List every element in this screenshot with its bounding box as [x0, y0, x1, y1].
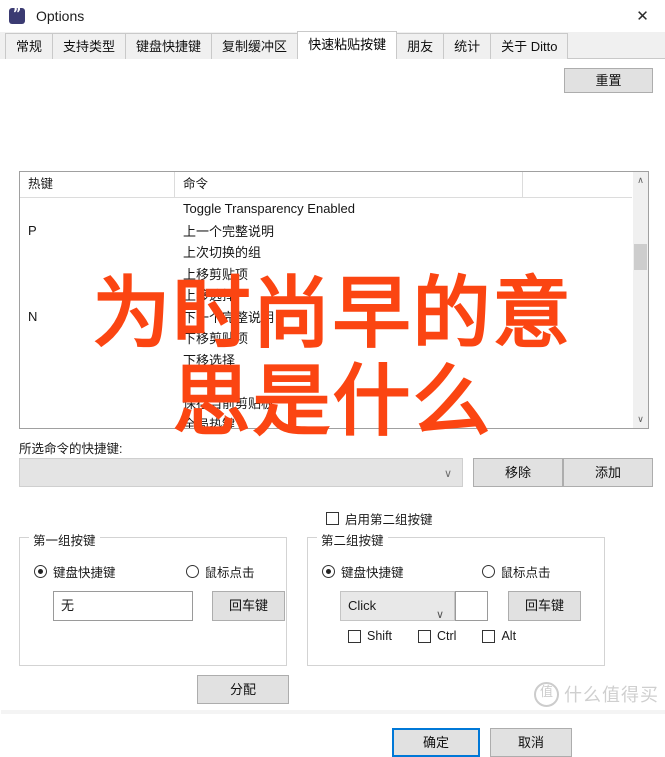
radio-dot-icon: [322, 565, 335, 578]
enable-second-group-checkbox[interactable]: 启用第二组按键: [326, 509, 433, 528]
radio-dot-icon: [481, 565, 495, 578]
second-group-radio-row: 键盘快捷键 鼠标点击: [322, 562, 594, 581]
tab-supported-types[interactable]: 支持类型: [52, 33, 127, 59]
table-row[interactable]: 上移剪贴项: [20, 263, 648, 285]
cell-command: Toggle Transparency Enabled: [183, 201, 356, 217]
options-page: 重置 热键 命令 Toggle Transparency Enabled P 上…: [0, 59, 665, 757]
table-row[interactable]: 下移剪贴项: [20, 327, 648, 349]
reset-row: 重置: [1, 59, 665, 93]
cell-command: 上次切换的组: [183, 245, 262, 261]
remove-button[interactable]: 移除: [473, 458, 563, 487]
second-group-action-combobox[interactable]: Click ∨: [340, 591, 455, 621]
column-header-spacer: [523, 172, 648, 197]
app-quote-icon: ”: [9, 7, 25, 24]
tab-bar: 常规 支持类型 键盘快捷键 复制缓冲区 快速粘贴按键 朋友 统计 关于 Ditt…: [0, 31, 665, 59]
radio-label: 鼠标点击: [500, 566, 551, 580]
list-header: 热键 命令: [20, 172, 648, 198]
checkbox-label: Ctrl: [437, 629, 457, 643]
title-bar: ” Options ✕: [0, 0, 665, 32]
chevron-down-icon: ∨: [435, 609, 444, 621]
tab-general[interactable]: 常规: [5, 33, 54, 59]
list-scrollbar[interactable]: ∧ ∨: [632, 172, 648, 428]
table-row[interactable]: N 下一个完整说明: [20, 306, 648, 328]
checkbox-alt[interactable]: Alt: [482, 629, 516, 643]
tab-statistics[interactable]: 统计: [443, 33, 492, 59]
checkbox-label: Shift: [367, 629, 393, 643]
first-key-group: 第一组按键 键盘快捷键 鼠标点击 无 回车键: [19, 530, 287, 666]
add-button[interactable]: 添加: [563, 458, 653, 487]
scroll-down-icon[interactable]: ∨: [633, 411, 648, 428]
watermark-logo-icon: 值: [534, 681, 559, 707]
tab-about-ditto[interactable]: 关于 Ditto: [490, 33, 569, 59]
list-body: Toggle Transparency Enabled P 上一个完整说明 上次…: [20, 198, 648, 429]
radio-label: 键盘快捷键: [53, 566, 116, 580]
radio-mouse-click-1[interactable]: 鼠标点击: [185, 562, 255, 581]
table-row[interactable]: 保存当前剪贴板: [20, 392, 648, 414]
radio-label: 键盘快捷键: [341, 566, 404, 580]
second-group-extra-input[interactable]: [455, 591, 488, 621]
cell-command: 保存当前剪贴板: [183, 395, 275, 411]
table-row[interactable]: 全局热键: [20, 413, 648, 429]
second-key-group-legend: 第二组按键: [317, 530, 388, 549]
second-group-action-value: Click: [348, 598, 377, 613]
checkbox-box-icon: [348, 629, 361, 643]
cell-hotkey: N: [28, 308, 38, 324]
radio-keyboard-shortcut-1[interactable]: 键盘快捷键: [34, 562, 116, 581]
checkbox-box-icon: [418, 629, 432, 643]
cell-command: 上移剪贴项: [183, 266, 249, 282]
enable-second-group-label: 启用第二组按键: [345, 513, 433, 527]
reset-button[interactable]: 重置: [564, 68, 653, 93]
radio-label: 鼠标点击: [204, 566, 255, 580]
second-key-group: 第二组按键 键盘快捷键 鼠标点击 Click ∨ 回车键 Shift Ctrl …: [307, 530, 605, 666]
table-row[interactable]: P 上一个完整说明: [20, 220, 648, 242]
cell-command: 上移选择: [183, 288, 236, 304]
hotkey-list[interactable]: 热键 命令 Toggle Transparency Enabled P 上一个完…: [19, 171, 649, 429]
table-row[interactable]: [20, 370, 648, 392]
cell-command: 全局热键: [183, 417, 236, 429]
scrollbar-thumb[interactable]: [634, 244, 647, 270]
scroll-up-icon[interactable]: ∧: [633, 172, 648, 189]
first-group-radio-row: 键盘快捷键 鼠标点击: [34, 562, 276, 581]
shortcut-label: 所选命令的快捷键:: [19, 442, 123, 456]
checkbox-label: Alt: [501, 629, 517, 643]
table-row[interactable]: 上次切换的组: [20, 241, 648, 263]
tab-quick-paste-keys[interactable]: 快速粘贴按键: [297, 31, 398, 59]
window-title: Options: [36, 7, 85, 24]
checkbox-box-icon: [482, 629, 496, 643]
cell-command: 下移剪贴项: [183, 331, 249, 347]
close-icon[interactable]: ✕: [620, 0, 665, 31]
cell-command: 上一个完整说明: [183, 223, 275, 239]
modifier-checkbox-row: Shift Ctrl Alt: [348, 629, 542, 643]
first-key-group-legend: 第一组按键: [29, 530, 100, 549]
radio-mouse-click-2[interactable]: 鼠标点击: [481, 562, 551, 581]
cancel-button[interactable]: 取消: [490, 728, 572, 757]
tab-friends[interactable]: 朋友: [396, 33, 445, 59]
radio-dot-icon: [185, 565, 199, 578]
checkbox-ctrl[interactable]: Ctrl: [418, 629, 456, 643]
tab-copy-buffers[interactable]: 复制缓冲区: [211, 33, 299, 59]
shortcut-combobox[interactable]: ∨: [19, 458, 463, 487]
radio-keyboard-shortcut-2[interactable]: 键盘快捷键: [322, 562, 404, 581]
first-group-key-input[interactable]: 无: [53, 591, 193, 621]
first-group-enter-button[interactable]: 回车键: [212, 591, 285, 621]
checkbox-box-icon: [326, 512, 339, 525]
cell-command: 下移选择: [183, 352, 236, 368]
tab-keyboard-shortcuts[interactable]: 键盘快捷键: [125, 33, 213, 59]
assign-button[interactable]: 分配: [197, 675, 289, 704]
ok-button[interactable]: 确定: [392, 728, 480, 757]
chevron-down-icon: ∨: [443, 468, 452, 480]
table-row[interactable]: 下移选择: [20, 349, 648, 371]
bottom-strip: [1, 710, 665, 714]
cell-command: 下一个完整说明: [183, 309, 275, 325]
table-row[interactable]: 上移选择: [20, 284, 648, 306]
column-header-hotkey[interactable]: 热键: [20, 172, 175, 197]
column-header-command[interactable]: 命令: [175, 172, 523, 197]
checkbox-shift[interactable]: Shift: [348, 629, 392, 643]
table-row[interactable]: Toggle Transparency Enabled: [20, 198, 648, 220]
radio-dot-icon: [34, 565, 47, 578]
second-group-enter-button[interactable]: 回车键: [508, 591, 581, 621]
watermark: 值 什么值得买: [534, 681, 659, 707]
cell-hotkey: P: [28, 222, 37, 238]
watermark-text: 什么值得买: [564, 685, 659, 706]
